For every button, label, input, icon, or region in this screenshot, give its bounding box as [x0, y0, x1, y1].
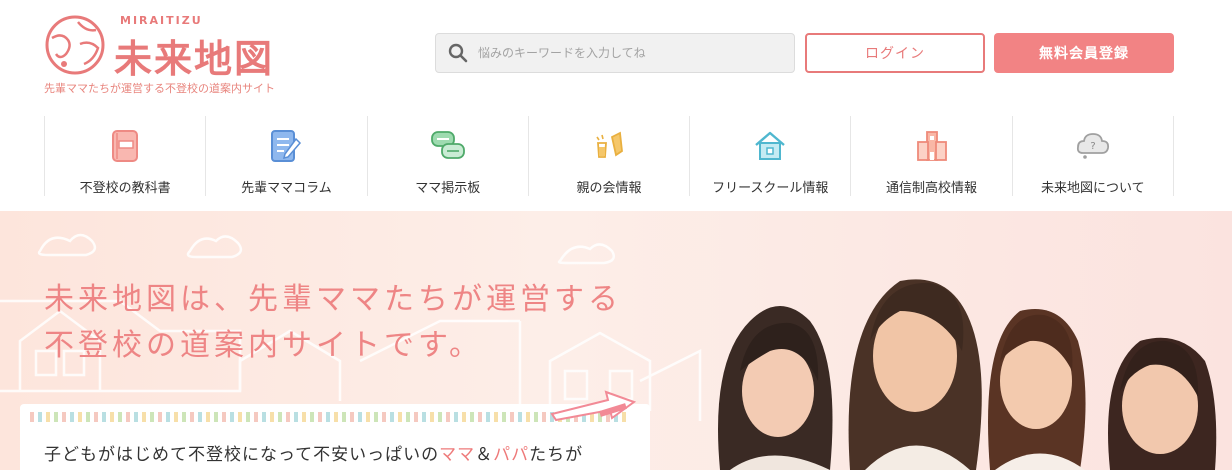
- nav-item-about[interactable]: ? 未来地図について: [1013, 116, 1174, 196]
- intro-text-and: ＆: [475, 445, 494, 465]
- nav-item-free-school[interactable]: フリースクール情報: [690, 116, 852, 196]
- search-input[interactable]: [478, 46, 778, 60]
- nav-item-label: 親の会情報: [576, 181, 642, 196]
- intro-text-papa: パパ: [493, 445, 530, 465]
- nav-item-label: ママ掲示板: [415, 181, 481, 196]
- intro-text-mama: ママ: [439, 445, 476, 465]
- search-bar: [435, 33, 795, 73]
- hero-title-line-2: 不登校の道案内サイトです。: [44, 328, 483, 363]
- decorative-stripe: [30, 412, 630, 422]
- register-button[interactable]: 無料会員登録: [994, 33, 1174, 73]
- nav-item-label: 通信制高校情報: [886, 181, 978, 196]
- mothers-photo: [718, 279, 1217, 470]
- nav-item-parents-meeting[interactable]: 親の会情報: [529, 116, 691, 196]
- main-nav: 不登校の教科書 先輩ママコラム ママ掲示板 親の会情報 フリースクール情報 通信…: [44, 116, 1174, 196]
- site-header: MIRAITIZU 未来地図 先輩ママたちが運営する不登校の道案内サイト ログイ…: [0, 0, 1232, 110]
- logo-tagline: 先輩ママたちが運営する不登校の道案内サイト: [44, 82, 275, 95]
- nav-item-textbook[interactable]: 不登校の教科書: [45, 116, 207, 196]
- logo-globe-icon: [45, 15, 105, 75]
- logo-name: 未来地図: [114, 37, 275, 81]
- toast-icon: [591, 128, 627, 163]
- chat-bubbles-icon: [430, 128, 466, 163]
- house-icon: [752, 128, 788, 163]
- intro-text-end: たちが: [529, 445, 584, 465]
- hero-banner: 未来地図は、先輩ママたちが運営する 不登校の道案内サイトです。 子どもがはじめて…: [0, 211, 1232, 470]
- hero-title: 未来地図は、先輩ママたちが運営する 不登校の道案内サイトです。: [44, 277, 622, 369]
- logo-subtitle: MIRAITIZU: [120, 14, 203, 27]
- hero-title-line-1: 未来地図は、先輩ママたちが運営する: [44, 282, 622, 317]
- svg-text:?: ?: [1090, 141, 1095, 152]
- nav-item-label: 不登校の教科書: [79, 181, 171, 196]
- nav-item-correspondence-school[interactable]: 通信制高校情報: [851, 116, 1013, 196]
- intro-text-start: 子どもがはじめて不登校になって不安いっぱいの: [44, 445, 440, 465]
- nav-item-label: フリースクール情報: [712, 181, 829, 196]
- nav-item-label: 先輩ママコラム: [241, 181, 332, 196]
- school-building-icon: [914, 128, 950, 163]
- notepad-icon: [268, 128, 304, 163]
- nav-item-board[interactable]: ママ掲示板: [368, 116, 529, 196]
- question-cloud-icon: ?: [1075, 128, 1111, 163]
- site-logo[interactable]: MIRAITIZU 未来地図 先輩ママたちが運営する不登校の道案内サイト: [44, 12, 324, 96]
- search-icon[interactable]: [448, 43, 468, 63]
- login-button[interactable]: ログイン: [805, 33, 985, 73]
- hero-intro-text: 子どもがはじめて不登校になって不安いっぱいのママ＆パパたちが: [44, 440, 583, 465]
- nav-item-label: 未来地図について: [1041, 181, 1145, 196]
- pink-arrow-icon: [550, 390, 637, 422]
- nav-item-column[interactable]: 先輩ママコラム: [206, 116, 368, 196]
- book-icon: [107, 128, 143, 163]
